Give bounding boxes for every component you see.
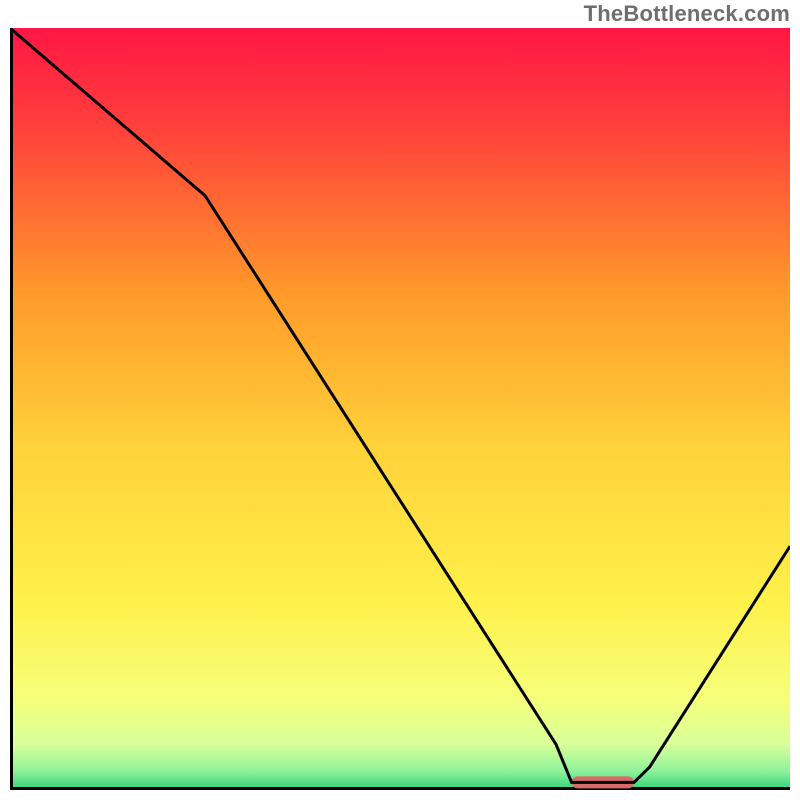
gradient-background <box>10 28 790 790</box>
watermark-text: TheBottleneck.com <box>584 1 790 27</box>
chart-frame: TheBottleneck.com <box>0 0 800 800</box>
plot-area <box>10 28 790 790</box>
chart-svg <box>10 28 790 790</box>
